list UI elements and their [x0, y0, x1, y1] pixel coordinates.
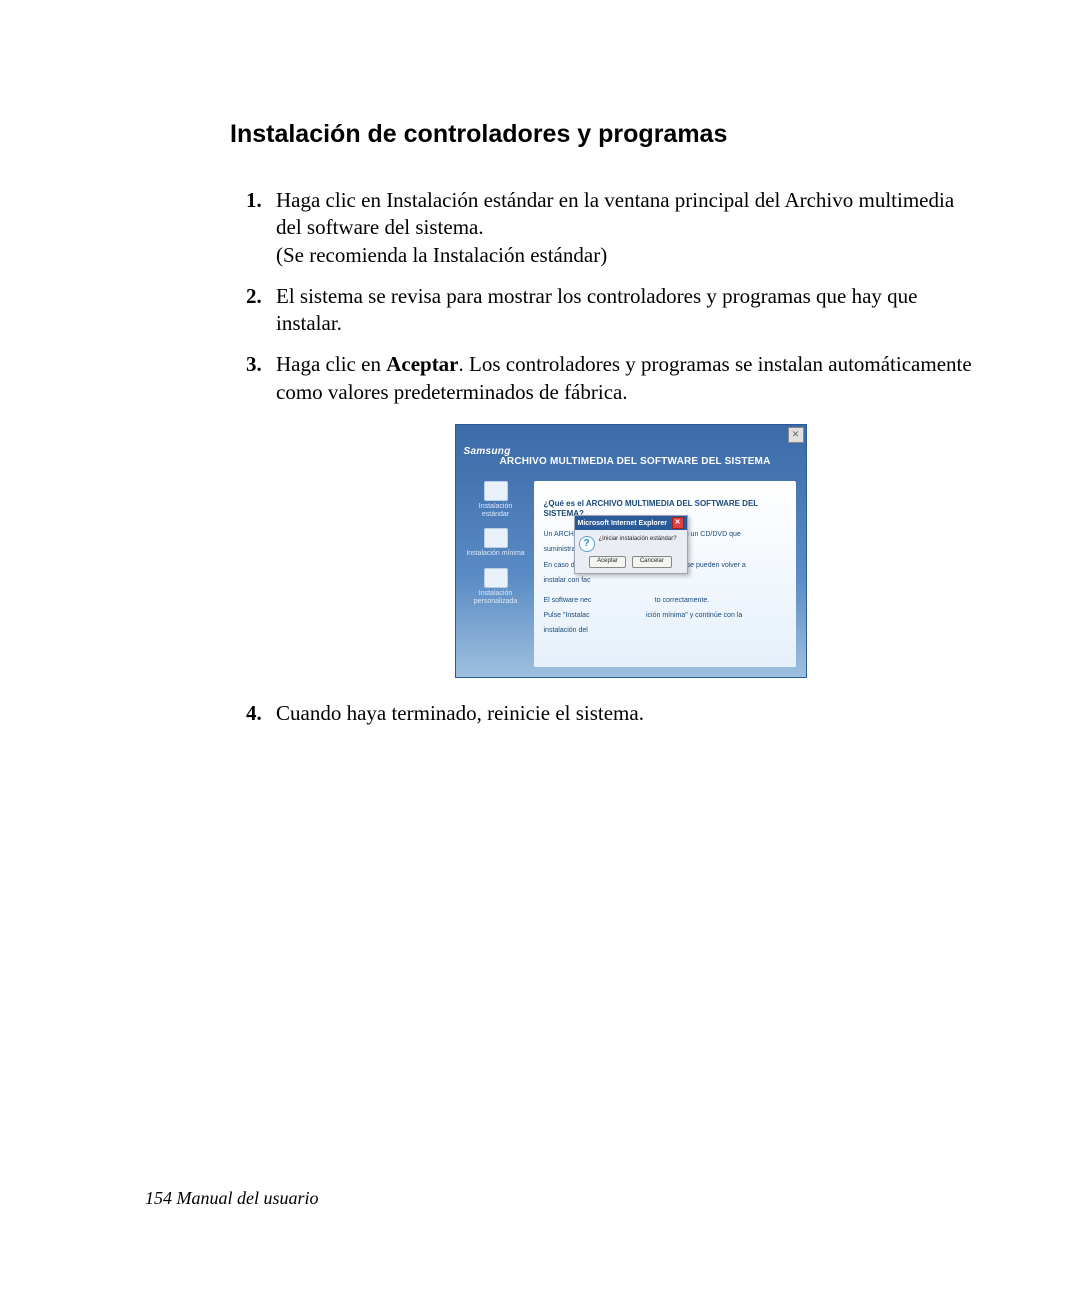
- screenshot-header: Samsung ARCHIVO MULTIMEDIA DEL SOFTWARE …: [464, 445, 798, 468]
- step-3-bold: Aceptar: [386, 352, 458, 376]
- document-page: Instalación de controladores y programas…: [0, 0, 1080, 1309]
- content-line-5: El software nec xxxxxxxxxxxxxxxxx to cor…: [544, 596, 786, 605]
- step-1-text-a: Haga clic en Instalación estándar en la …: [276, 188, 954, 239]
- content-line-6-left: Pulse "Instalac: [544, 612, 590, 619]
- content-line-6: Pulse "Instalac xxxxxxxxxxxxxxx ición mí…: [544, 611, 786, 620]
- screenshot-container: ✕ Samsung ARCHIVO MULTIMEDIA DEL SOFTWAR…: [276, 424, 985, 678]
- app-title: ARCHIVO MULTIMEDIA DEL SOFTWARE DEL SIST…: [500, 455, 798, 468]
- step-1: Haga clic en Instalación estándar en la …: [246, 187, 985, 269]
- step-1-text-b: (Se recomienda la Instalación estándar): [276, 243, 607, 267]
- content-line-6-right: ición mínima" y continúe con la: [646, 612, 742, 619]
- accept-button[interactable]: Aceptar: [589, 556, 626, 568]
- sidebar-item-standard[interactable]: Instalación estándar: [466, 481, 526, 518]
- content-line-7: instalación del: [544, 626, 786, 635]
- dialog-titlebar: Microsoft Internet Explorer ✕: [575, 516, 687, 530]
- content-line-5-right: to correctamente.: [655, 597, 709, 604]
- dialog-title-text: Microsoft Internet Explorer: [578, 519, 667, 528]
- sidebar-item-custom[interactable]: Instalación personalizada: [466, 568, 526, 605]
- window-close-icon[interactable]: ✕: [788, 427, 804, 443]
- page-footer: 154 Manual del usuario: [145, 1188, 319, 1209]
- dialog-message: ¿Iniciar instalación estándar?: [599, 536, 677, 544]
- install-sidebar: Instalación estándar Instalación mínima …: [466, 481, 526, 605]
- section-heading: Instalación de controladores y programas: [230, 120, 985, 149]
- step-3: Haga clic en Aceptar. Los controladores …: [246, 351, 985, 678]
- minimal-install-icon: [484, 528, 508, 548]
- standard-install-icon: [484, 481, 508, 501]
- sidebar-label-custom: Instalación personalizada: [474, 590, 518, 605]
- content-line-4-left: instalar con fac: [544, 577, 591, 584]
- question-mark-icon: ?: [579, 536, 595, 552]
- step-2: El sistema se revisa para mostrar los co…: [246, 283, 985, 338]
- installer-screenshot: ✕ Samsung ARCHIVO MULTIMEDIA DEL SOFTWAR…: [455, 424, 807, 678]
- content-line-4: instalar con fac: [544, 576, 786, 585]
- sidebar-item-minimal[interactable]: Instalación mínima: [466, 528, 526, 558]
- content-line-7-left: instalación del: [544, 627, 588, 634]
- confirm-dialog: Microsoft Internet Explorer ✕ ? ¿Iniciar…: [574, 515, 688, 574]
- dialog-close-icon[interactable]: ✕: [672, 517, 684, 529]
- cancel-button[interactable]: Cancelar: [632, 556, 672, 568]
- custom-install-icon: [484, 568, 508, 588]
- installer-content-panel: ¿Qué es el ARCHIVO MULTIMEDIA DEL SOFTWA…: [534, 481, 796, 667]
- instruction-list: Haga clic en Instalación estándar en la …: [246, 187, 985, 727]
- sidebar-label-minimal: Instalación mínima: [466, 550, 524, 557]
- dialog-body: ? ¿Iniciar instalación estándar?: [575, 530, 687, 556]
- step-2-text: El sistema se revisa para mostrar los co…: [276, 284, 917, 335]
- dialog-button-row: Aceptar Cancelar: [575, 556, 687, 573]
- sidebar-label-standard: Instalación estándar: [479, 503, 512, 518]
- step-3-text-a: Haga clic en: [276, 352, 386, 376]
- step-4-text: Cuando haya terminado, reinicie el siste…: [276, 701, 644, 725]
- step-4: Cuando haya terminado, reinicie el siste…: [246, 700, 985, 727]
- content-line-5-left: El software nec: [544, 597, 592, 604]
